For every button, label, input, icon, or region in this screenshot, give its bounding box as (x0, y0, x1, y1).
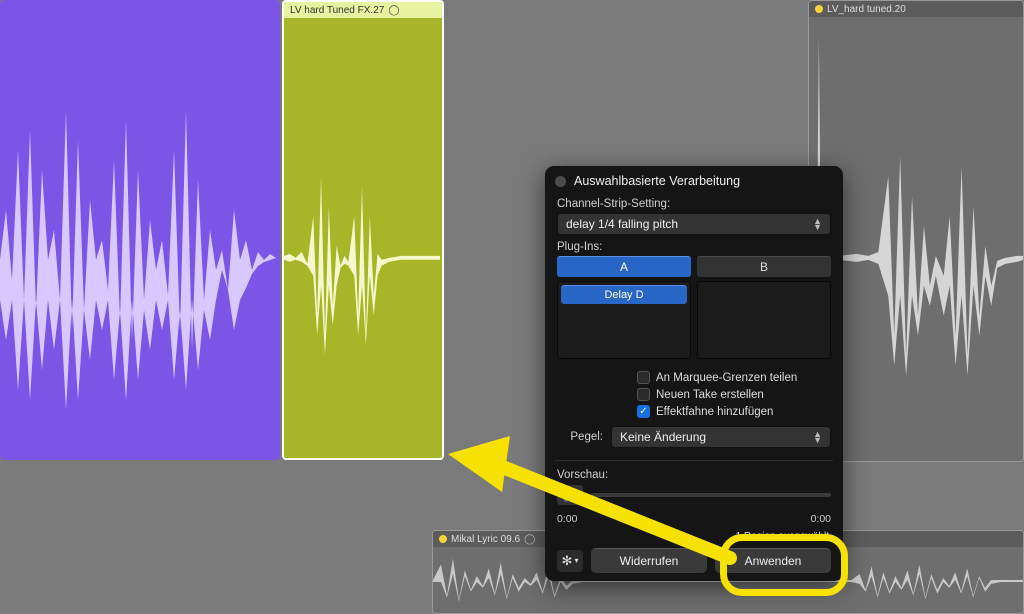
selection-status: 1 Region ausgewählt (545, 525, 843, 542)
region-label: Mikal Lyric 09.6 (451, 534, 520, 545)
plugin-tab-b[interactable]: B (697, 256, 831, 277)
checkbox-marquee-label: An Marquee-Grenzen teilen (656, 372, 797, 384)
pegel-label: Pegel: (557, 431, 603, 443)
panel-title: Auswahlbasierte Verarbeitung (574, 174, 740, 188)
gear-icon: ✻ (562, 553, 573, 569)
preview-label: Vorschau: (557, 469, 831, 481)
loop-icon: ◯ (388, 5, 399, 16)
preview-play-button[interactable]: 🔈 (557, 485, 583, 505)
plugins-label: Plug-Ins: (557, 241, 831, 253)
plugin-list-a[interactable]: Delay D (557, 281, 691, 359)
divider (555, 460, 833, 461)
panel-titlebar[interactable]: Auswahlbasierte Verarbeitung (545, 166, 843, 194)
audio-region-purple[interactable] (0, 0, 280, 460)
checkbox-newtake[interactable] (637, 388, 650, 401)
chevron-updown-icon: ▲▼ (813, 431, 822, 443)
channel-strip-value: delay 1/4 falling pitch (566, 217, 678, 231)
channel-strip-label: Channel-Strip-Setting: (557, 198, 831, 210)
region-label: LV hard Tuned FX.27 (290, 5, 384, 16)
plugin-tab-a[interactable]: A (557, 256, 691, 277)
speaker-icon: 🔈 (563, 488, 578, 502)
checkbox-newtake-label: Neuen Take erstellen (656, 389, 764, 401)
plugin-list-b[interactable] (697, 281, 831, 359)
preview-progress[interactable] (591, 493, 831, 497)
selection-processing-panel[interactable]: Auswahlbasierte Verarbeitung Channel-Str… (545, 166, 843, 581)
chevron-down-icon: ▾ (574, 556, 578, 565)
preview-time-start: 0:00 (557, 513, 577, 525)
region-label: LV_hard tuned.20 (827, 4, 906, 15)
pegel-select[interactable]: Keine Änderung ▲▼ (611, 426, 831, 448)
checkbox-marquee[interactable] (637, 371, 650, 384)
region-color-dot-icon (815, 5, 823, 13)
channel-strip-select[interactable]: delay 1/4 falling pitch ▲▼ (557, 213, 831, 235)
chevron-updown-icon: ▲▼ (813, 218, 822, 230)
checkbox-fxflag[interactable]: ✓ (637, 405, 650, 418)
region-header: LV_hard tuned.20 (809, 1, 1023, 17)
checkbox-fxflag-label: Effektfahne hinzufügen (656, 406, 773, 418)
loop-icon: ◯ (524, 534, 535, 545)
settings-menu-button[interactable]: ✻▾ (557, 550, 583, 572)
preview-time-end: 0:00 (811, 513, 831, 525)
close-icon[interactable] (555, 176, 566, 187)
apply-button[interactable]: Anwenden (715, 548, 831, 573)
undo-button[interactable]: Widerrufen (591, 548, 707, 573)
plugin-chip-delay[interactable]: Delay D (561, 285, 687, 304)
audio-region-olive-selected[interactable]: LV hard Tuned FX.27 ◯ (282, 0, 444, 460)
pegel-value: Keine Änderung (620, 430, 706, 444)
region-color-dot-icon (439, 535, 447, 543)
region-header: LV hard Tuned FX.27 ◯ (284, 2, 442, 18)
